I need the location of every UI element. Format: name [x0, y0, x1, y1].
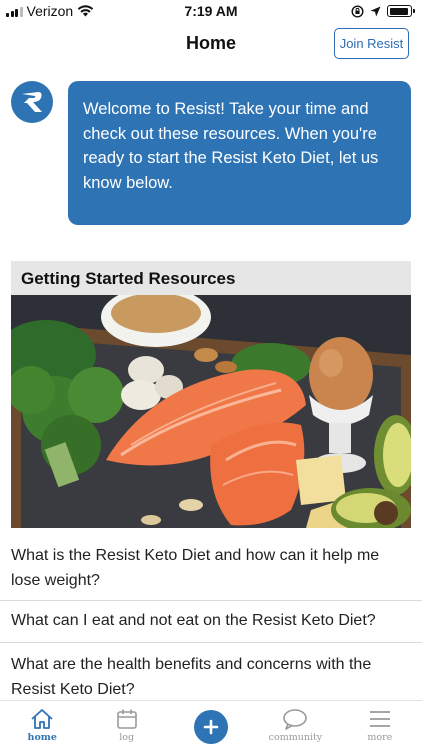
carrier-label: Verizon — [26, 3, 74, 19]
calendar-icon — [116, 709, 137, 729]
orientation-lock-icon — [351, 4, 364, 18]
resource-item[interactable]: What can I eat and not eat on the Resist… — [0, 601, 422, 643]
nav-bar: Home Join Resist — [0, 22, 422, 66]
tab-community-label: community — [268, 732, 323, 743]
add-button[interactable] — [194, 710, 229, 744]
tab-log[interactable]: log — [84, 701, 168, 750]
signal-icon — [6, 6, 23, 17]
resource-item-label: What can I eat and not eat on the Resist… — [11, 612, 376, 629]
keto-food-illustration — [11, 295, 411, 528]
status-left: Verizon — [6, 3, 94, 19]
chat-bubble-icon — [283, 709, 308, 730]
tab-log-label: log — [119, 732, 135, 743]
status-bar: Verizon 7:19 AM — [0, 0, 422, 22]
tab-home[interactable]: home — [0, 701, 84, 750]
wifi-icon — [78, 5, 94, 17]
resource-item[interactable]: What are the health benefits and concern… — [0, 643, 422, 702]
status-right — [351, 4, 415, 18]
tab-bar: home log community more — [0, 700, 422, 750]
tab-more-label: more — [367, 732, 393, 743]
welcome-message-bubble: Welcome to Resist! Take your time and ch… — [68, 81, 411, 225]
menu-icon — [369, 711, 390, 727]
battery-icon — [387, 5, 415, 17]
battery-fill — [389, 7, 408, 15]
resist-logo-avatar — [11, 81, 53, 123]
home-icon — [31, 709, 53, 729]
resource-item[interactable]: What is the Resist Keto Diet and how can… — [0, 538, 422, 601]
tab-add[interactable] — [169, 701, 253, 750]
plus-icon — [203, 719, 219, 735]
join-resist-button[interactable]: Join Resist — [334, 28, 409, 59]
location-icon — [370, 6, 381, 16]
resources-list: What is the Resist Keto Diet and how can… — [0, 538, 422, 702]
resource-item-label: What is the Resist Keto Diet and how can… — [11, 547, 380, 589]
resist-logo-icon — [22, 92, 42, 112]
resource-item-label: What are the health benefits and concern… — [11, 656, 372, 698]
resources-header: Getting Started Resources — [11, 261, 411, 295]
keto-food-image[interactable] — [11, 295, 411, 528]
tab-more[interactable]: more — [338, 701, 422, 750]
tab-home-label: home — [27, 732, 57, 743]
tab-community[interactable]: community — [253, 701, 337, 750]
